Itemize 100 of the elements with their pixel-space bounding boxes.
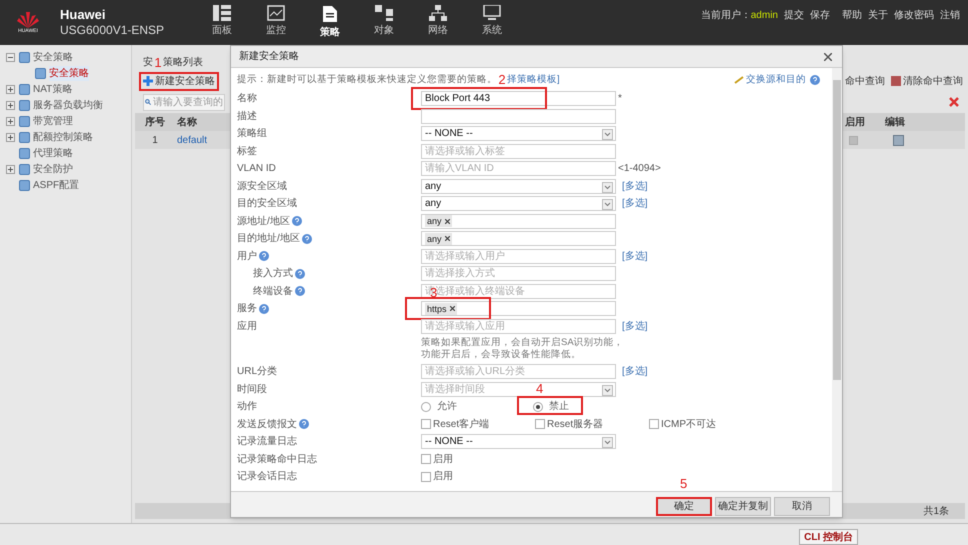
multi-select-link[interactable]: [多选] [622,318,648,334]
tree-item[interactable]: 安全策略 [49,66,89,80]
multi-select-link[interactable]: [多选] [622,178,648,194]
tag-chip[interactable]: https [425,302,457,315]
nav-tab[interactable]: 监控 [249,5,303,40]
table-cell-text: 1 [151,134,159,148]
tree-node-icon [19,52,30,62]
header-link[interactable]: 修改密码 [894,8,934,23]
help-icon[interactable] [295,286,305,296]
tree-item[interactable]: NAT策略 [33,82,72,96]
header-link[interactable]: 关于 [868,8,888,23]
field-label: 用户 [237,250,257,264]
dialog-button[interactable]: 确定 [656,496,712,516]
nav-tab[interactable]: 系统 [465,5,519,40]
tree-item[interactable]: 安全策略 [33,50,73,64]
field-label: 终端设备 [253,284,293,299]
search-icon [145,97,151,107]
header-link[interactable]: 注销 [940,8,960,23]
dropdown-caret-icon[interactable] [602,182,613,193]
dropdown-caret-icon[interactable] [602,129,613,140]
tree-item[interactable]: ASPF配置 [33,178,80,192]
tree-node-icon [19,132,30,142]
toolbar-button[interactable]: 清除命中查询 [891,74,963,88]
field-label: 标签 [237,144,257,159]
tag-field[interactable]: any [421,231,616,246]
checkbox-label: 启用 [433,452,453,467]
header-link[interactable]: 保存 [810,8,830,23]
record-count: 共1条 [923,504,949,518]
tag-field[interactable]: https [421,301,616,316]
remove-icon[interactable] [444,218,450,224]
checkbox[interactable] [421,472,431,482]
toolbar-button[interactable]: 新建安全策略 [139,72,219,90]
nav-tab[interactable]: 面板 [195,5,249,40]
tag-chip[interactable]: any [425,232,452,245]
multi-select-link[interactable]: [多选] [622,248,648,264]
field-label: 服务 [237,302,257,316]
tree-item[interactable]: 安全防护 [33,162,73,176]
checkbox-label: Reset客户端 [433,418,490,432]
cli-console-button[interactable]: CLI 控制台 [799,529,858,545]
remove-icon[interactable] [450,306,455,312]
checkbox[interactable] [421,419,431,430]
help-icon[interactable] [292,216,302,226]
tree-node-icon [35,68,46,78]
radio-label: 允许 [437,400,457,414]
help-icon[interactable] [299,419,309,430]
tag-field[interactable]: any [421,214,616,229]
field-label: 源地址/地区 [237,214,290,229]
nav-tab[interactable]: 对象 [357,5,411,40]
header-link[interactable]: 帮助 [842,8,862,23]
nav-tab[interactable]: 策略 [303,5,357,40]
step-number: 5 [680,476,688,490]
template-link[interactable]: 择策略模板] [507,72,560,88]
checkbox[interactable] [535,419,545,430]
tree-node-icon [19,116,30,126]
close-button[interactable] [822,50,834,62]
remove-icon[interactable] [444,236,450,242]
expand-icon[interactable] [6,132,15,142]
field-label: 名称 [237,92,257,106]
dropdown[interactable]: -- NONE -- [421,434,616,450]
dropdown[interactable]: any [421,196,616,212]
dropdown[interactable]: -- NONE -- [421,126,616,142]
checkbox-label: 启用 [433,470,453,484]
swap-link[interactable]: 交换源和目的 [734,72,820,88]
help-icon[interactable] [259,251,269,262]
nav-tab[interactable]: 网络 [411,5,465,40]
scrollbar[interactable] [832,68,842,491]
tag-chip[interactable]: any [425,215,452,228]
radio-button[interactable] [533,402,543,412]
enabled-checkbox[interactable] [849,136,858,144]
checkbox[interactable] [421,454,431,464]
help-icon[interactable] [810,75,820,85]
field-label: 记录流量日志 [237,434,297,450]
expand-icon[interactable] [6,116,15,126]
input-field[interactable] [421,108,616,124]
close-icon[interactable] [949,97,959,107]
tree-item[interactable]: 配额控制策略 [33,130,93,144]
help-icon[interactable] [302,234,312,244]
collapse-icon[interactable] [6,52,15,62]
dropdown-caret-icon[interactable] [602,437,613,448]
field-label: 目的安全区域 [237,196,297,212]
tree-item[interactable]: 服务器负载均衡 [33,98,103,112]
dialog-button[interactable]: 取消 [774,496,830,516]
tree-item[interactable]: 带宽管理 [33,114,73,128]
multi-select-link[interactable]: [多选] [622,364,648,380]
expand-icon[interactable] [6,84,15,94]
header-link[interactable]: 提交 [784,8,804,23]
multi-select-link[interactable]: [多选] [622,196,648,212]
radio-button[interactable] [421,402,431,412]
expand-icon[interactable] [6,164,15,174]
help-icon[interactable] [259,304,269,314]
expand-icon[interactable] [6,100,15,110]
dialog-button[interactable]: 确定并复制 [715,496,771,516]
tree-item[interactable]: 代理策略 [33,146,73,160]
dropdown[interactable]: any [421,178,616,194]
checkbox[interactable] [649,419,659,430]
help-icon[interactable] [295,268,305,279]
dropdown-caret-icon[interactable] [602,384,613,396]
input-field[interactable]: Block Port 443 [421,91,616,106]
dropdown-caret-icon[interactable] [602,199,613,210]
field-note: 策略如果配置应用，会自动开启SA识别功能，功能开启后，会导致设备性能降低。 [421,337,625,361]
